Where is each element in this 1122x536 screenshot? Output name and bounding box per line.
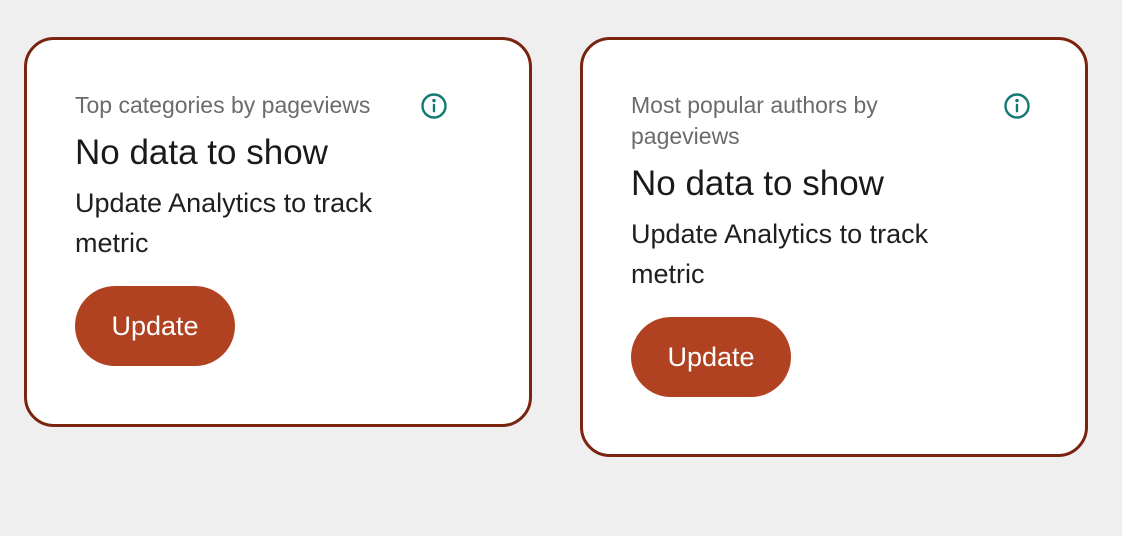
card-header: Top categories by pageviews (75, 90, 481, 121)
empty-state-heading: No data to show (75, 133, 328, 172)
info-icon[interactable] (1003, 92, 1031, 120)
info-icon[interactable] (420, 92, 448, 120)
top-categories-card: Top categories by pageviews No data to s… (24, 37, 532, 427)
card-title: Top categories by pageviews (75, 92, 371, 118)
card-header: Most popular authors by pageviews (631, 90, 1037, 152)
card-title: Most popular authors by pageviews (631, 92, 878, 149)
popular-authors-card: Most popular authors by pageviews No dat… (580, 37, 1088, 457)
update-button[interactable]: Update (631, 317, 791, 397)
update-button[interactable]: Update (75, 286, 235, 366)
empty-state-message: Update Analytics to track metric (75, 188, 373, 258)
empty-state-message: Update Analytics to track metric (631, 219, 929, 289)
empty-state-heading: No data to show (631, 164, 884, 203)
